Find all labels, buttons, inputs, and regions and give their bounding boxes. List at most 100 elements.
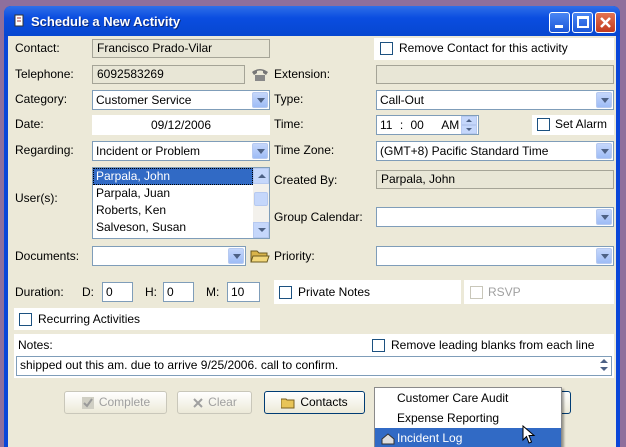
checkmark-icon (81, 396, 94, 409)
app-icon (14, 14, 24, 27)
time-minute[interactable]: 00 (411, 118, 424, 132)
category-select[interactable]: Customer Service (92, 90, 270, 110)
rsvp-checkbox (470, 286, 483, 299)
set-alarm-checkbox[interactable] (537, 118, 550, 131)
recurring-checkbox[interactable] (19, 313, 32, 326)
menu-item-label: Customer Care Audit (397, 391, 509, 405)
scroll-down-icon[interactable] (600, 367, 608, 371)
duration-minutes-field[interactable]: 10 (227, 282, 260, 302)
regarding-label: Regarding: (15, 143, 74, 157)
time-spinner[interactable] (461, 116, 477, 134)
list-item[interactable]: Salveson, Susan (93, 219, 253, 236)
dialog-window: Schedule a New Activity Contact: Francis… (4, 6, 620, 447)
notes-label: Notes: (18, 338, 53, 352)
duration-minutes-label: M: (206, 285, 220, 299)
menu-item[interactable]: Customer Care Audit (375, 388, 561, 408)
clear-button-label: Clear (208, 395, 237, 409)
remove-contact-label: Remove Contact for this activity (399, 41, 568, 55)
rsvp-label: RSVP (488, 285, 521, 299)
created-by-label: Created By: (274, 173, 338, 187)
priority-select[interactable] (376, 246, 614, 266)
time-hour[interactable]: 11 (380, 118, 392, 132)
remove-contact-panel: Remove Contact for this activity (374, 38, 614, 60)
recurring-panel: Recurring Activities (14, 308, 260, 330)
type-select[interactable]: Call-Out (376, 90, 614, 110)
chevron-down-icon[interactable] (252, 92, 268, 108)
menu-item-label: Incident Log (397, 431, 463, 445)
duration-hours-label: H: (145, 285, 157, 299)
notes-textarea[interactable]: shipped out this am. due to arrive 9/25/… (16, 356, 612, 376)
chevron-down-icon[interactable] (252, 143, 268, 159)
maximize-button[interactable] (572, 12, 593, 33)
time-field[interactable]: 11 : 00 AM (376, 115, 479, 135)
timezone-select[interactable]: (GMT+8) Pacific Standard Time (376, 141, 614, 161)
documents-select[interactable] (92, 246, 246, 266)
remove-blanks-label: Remove leading blanks from each line (391, 338, 595, 352)
log-icon (381, 433, 395, 445)
timezone-value: (GMT+8) Pacific Standard Time (380, 144, 549, 158)
duration-days-label: D: (82, 285, 94, 299)
telephone-label: Telephone: (15, 67, 74, 81)
private-notes-panel: Private Notes (274, 280, 461, 304)
duration-days-field[interactable]: 0 (102, 282, 133, 302)
users-listbox[interactable]: Parpala, John Parpala, Juan Roberts, Ken Sa… (92, 167, 270, 239)
clear-icon (193, 398, 203, 408)
scroll-down-icon[interactable] (253, 222, 269, 238)
scroll-thumb[interactable] (254, 192, 268, 206)
chevron-down-icon[interactable] (228, 248, 244, 264)
time-ampm[interactable]: AM (441, 118, 459, 132)
menu-item-label: Expense Reporting (397, 411, 500, 425)
contacts-button-label: Contacts (300, 395, 348, 409)
contact-label: Contact: (15, 41, 60, 55)
created-by-field: Parpala, John (376, 170, 614, 189)
phone-icon[interactable] (250, 66, 270, 82)
extension-label: Extension: (274, 67, 331, 81)
contacts-button[interactable]: Contacts (264, 391, 365, 414)
set-alarm-panel: Set Alarm (532, 115, 614, 135)
window-title: Schedule a New Activity (31, 14, 181, 29)
duration-hours-field[interactable]: 0 (163, 282, 194, 302)
type-label: Type: (274, 92, 304, 106)
chevron-down-icon[interactable] (596, 248, 612, 264)
folder-icon (280, 398, 295, 409)
group-calendar-label: Group Calendar: (274, 210, 363, 224)
contact-field: Francisco Prado-Vilar (92, 39, 270, 58)
time-label: Time: (274, 117, 304, 131)
folder-open-icon[interactable] (250, 247, 270, 265)
date-label: Date: (15, 117, 44, 131)
remove-blanks-checkbox[interactable] (372, 339, 385, 352)
regarding-select[interactable]: Incident or Problem (92, 141, 270, 161)
list-item[interactable]: Parpala, Juan (93, 185, 253, 202)
chevron-down-icon[interactable] (596, 209, 612, 225)
clear-button: Clear (177, 391, 252, 414)
scroll-up-icon[interactable] (600, 359, 608, 363)
group-calendar-select[interactable] (376, 207, 614, 227)
private-notes-checkbox[interactable] (279, 286, 292, 299)
scroll-up-icon[interactable] (253, 168, 269, 184)
minimize-button[interactable] (549, 12, 570, 33)
list-item[interactable]: Parpala, John (93, 168, 253, 185)
chevron-down-icon[interactable] (596, 92, 612, 108)
recurring-label: Recurring Activities (38, 312, 141, 326)
mouse-cursor-icon (522, 425, 536, 444)
list-item[interactable]: Roberts, Ken (93, 202, 253, 219)
spin-up-icon[interactable] (461, 116, 477, 125)
close-button[interactable] (595, 12, 616, 33)
spin-down-icon[interactable] (461, 125, 477, 134)
notes-scrollbar[interactable] (597, 357, 611, 375)
users-label: User(s): (15, 191, 58, 205)
category-label: Category: (15, 92, 68, 106)
users-scrollbar[interactable] (253, 168, 269, 238)
regarding-value: Incident or Problem (96, 144, 201, 158)
duration-label: Duration: (15, 285, 64, 299)
chevron-down-icon[interactable] (596, 143, 612, 159)
remove-contact-checkbox[interactable] (380, 42, 393, 55)
timezone-label: Time Zone: (274, 143, 335, 157)
complete-button: Complete (64, 391, 167, 414)
notes-panel: Notes: Remove leading blanks from each l… (14, 334, 614, 378)
title-bar[interactable]: Schedule a New Activity (4, 6, 620, 36)
extension-field (376, 65, 614, 84)
telephone-field: 6092583269 (92, 65, 245, 84)
private-notes-label: Private Notes (298, 285, 371, 299)
date-field[interactable]: 09/12/2006 (92, 115, 270, 135)
